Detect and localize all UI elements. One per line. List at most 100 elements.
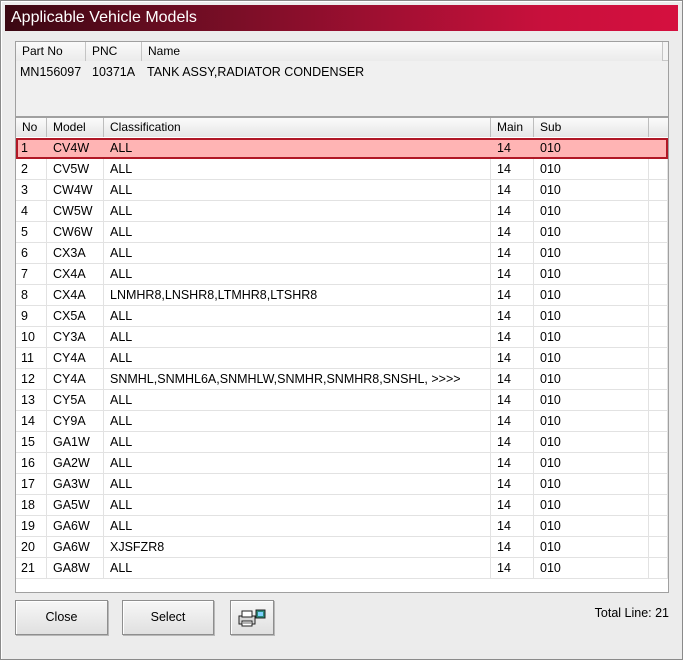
row-classification-cell: LNMHR8,LNSHR8,LTMHR8,LTSHR8	[104, 285, 491, 305]
row-sub-cell: 010	[534, 222, 649, 242]
table-row[interactable]: 18 GA5W ALL 14 010	[16, 495, 668, 516]
row-filler-cell	[649, 369, 668, 389]
table-row[interactable]: 21 GA8W ALL 14 010	[16, 558, 668, 579]
row-classification-cell: ALL	[110, 141, 133, 155]
row-sub-cell: 010	[534, 453, 649, 473]
table-row[interactable]: 3 CW4W ALL 14 010	[16, 180, 668, 201]
table-row[interactable]: 15 GA1W ALL 14 010	[16, 432, 668, 453]
part-no-value: MN156097	[20, 65, 82, 79]
row-main-cell: 14	[491, 201, 534, 221]
row-filler-cell	[649, 159, 668, 179]
table-row[interactable]: 7 CX4A ALL 14 010	[16, 264, 668, 285]
table-row[interactable]: 2 CV5W ALL 14 010	[16, 159, 668, 180]
row-no-cell: 2	[16, 159, 47, 179]
row-classification-cell: XJSFZR8	[104, 537, 491, 557]
row-sub-cell: 010	[534, 390, 649, 410]
row-classification-cell: SNMHL,SNMHL6A,SNMHLW,SNMHR,SNMHR8,SNSHL,…	[104, 369, 491, 389]
row-no-cell: 14	[16, 411, 47, 431]
row-main-cell: 14	[491, 516, 534, 536]
row-classification-cell: ALL	[104, 432, 491, 452]
table-row[interactable]: 16 GA2W ALL 14 010	[16, 453, 668, 474]
table-row[interactable]: 5 CW6W ALL 14 010	[16, 222, 668, 243]
row-model-cell: GA6W	[47, 537, 104, 557]
row-filler-cell	[649, 453, 668, 473]
row-filler-cell	[649, 138, 668, 158]
row-classification-cell: ALL	[104, 264, 491, 284]
part-no-column-header[interactable]: Part No	[16, 42, 86, 61]
main-column-header[interactable]: Main	[491, 118, 534, 137]
table-row[interactable]: 17 GA3W ALL 14 010	[16, 474, 668, 495]
no-column-header[interactable]: No	[16, 118, 47, 137]
select-button[interactable]: Select	[122, 600, 214, 635]
table-row[interactable]: 4 CW5W ALL 14 010	[16, 201, 668, 222]
row-model-cell: CY4A	[47, 348, 104, 368]
row-main-cell: 14	[491, 285, 534, 305]
table-row[interactable]: 14 CY9A ALL 14 010	[16, 411, 668, 432]
row-no-cell: 20	[16, 537, 47, 557]
row-no-cell: 5	[16, 222, 47, 242]
row-model-cell: GA1W	[47, 432, 104, 452]
table-row[interactable]: 19 GA6W ALL 14 010	[16, 516, 668, 537]
row-classification-cell: ALL	[104, 180, 491, 200]
model-column-header[interactable]: Model	[47, 118, 104, 137]
row-sub-cell: 010	[534, 264, 649, 284]
row-model-cell: CY3A	[47, 327, 104, 347]
row-model-cell: CY4A	[47, 369, 104, 389]
row-no-cell: 3	[16, 180, 47, 200]
row-main-cell: 14	[491, 348, 534, 368]
classification-column-header[interactable]: Classification	[104, 118, 491, 137]
row-sub-cell: 010	[534, 558, 649, 578]
row-no-cell: 6	[16, 243, 47, 263]
table-row[interactable]: 8 CX4A LNMHR8,LNSHR8,LTMHR8,LTSHR8 14 010	[16, 285, 668, 306]
table-row[interactable]: 10 CY3A ALL 14 010	[16, 327, 668, 348]
window-title: Applicable Vehicle Models	[5, 5, 678, 31]
row-main-cell: 14	[491, 369, 534, 389]
part-info-header: Part No PNC Name	[16, 42, 668, 61]
table-row[interactable]: 9 CX5A ALL 14 010	[16, 306, 668, 327]
row-main-cell: 14	[491, 327, 534, 347]
sub-column-header[interactable]: Sub	[534, 118, 649, 137]
print-button[interactable]	[230, 600, 274, 635]
pnc-column-header[interactable]: PNC	[86, 42, 142, 61]
row-model-cell: CX4A	[47, 264, 104, 284]
row-sub-cell: 010	[534, 432, 649, 452]
row-main-cell: 14	[491, 432, 534, 452]
table-row[interactable]: 13 CY5A ALL 14 010	[16, 390, 668, 411]
model-list[interactable]: No Model Classification Main Sub 1 CV4W AL…	[15, 117, 669, 593]
printer-icon	[238, 609, 266, 627]
row-no-cell: 7	[16, 264, 47, 284]
row-model-cell: GA2W	[47, 453, 104, 473]
table-row[interactable]: 11 CY4A ALL 14 010	[16, 348, 668, 369]
applicable-models-window: Applicable Vehicle Models Part No PNC Na…	[0, 0, 683, 660]
row-classification-cell: ALL	[104, 306, 491, 326]
row-filler-cell	[649, 222, 668, 242]
row-sub-cell: 010	[534, 159, 649, 179]
table-row[interactable]: 1 CV4W ALL 14 010	[16, 138, 668, 159]
row-no-cell: 17	[16, 474, 47, 494]
row-main-cell: 14	[491, 537, 534, 557]
row-classification-cell: ALL	[104, 201, 491, 221]
row-classification-cell: ALL	[104, 327, 491, 347]
row-classification-cell: ALL	[104, 390, 491, 410]
row-filler-cell	[649, 558, 668, 578]
row-filler-cell	[649, 495, 668, 515]
row-model-cell: GA3W	[47, 474, 104, 494]
row-classification-cell: ALL	[104, 516, 491, 536]
row-no-cell: 10	[16, 327, 47, 347]
row-main-cell: 14	[491, 306, 534, 326]
row-sub-cell: 010	[534, 411, 649, 431]
row-model-cell: CX5A	[47, 306, 104, 326]
close-button[interactable]: Close	[15, 600, 108, 635]
row-filler-cell	[649, 285, 668, 305]
table-row[interactable]: 20 GA6W XJSFZR8 14 010	[16, 537, 668, 558]
row-sub-cell: 010	[534, 369, 649, 389]
table-row[interactable]: 6 CX3A ALL 14 010	[16, 243, 668, 264]
part-info-panel: Part No PNC Name MN156097 10371A TANK AS…	[15, 41, 669, 117]
table-row[interactable]: 12 CY4A SNMHL,SNMHL6A,SNMHLW,SNMHR,SNMHR8,…	[16, 369, 668, 390]
row-filler-cell	[649, 180, 668, 200]
name-column-header[interactable]: Name	[142, 42, 663, 61]
row-classification-cell: ALL	[104, 243, 491, 263]
row-main-cell: 14	[491, 180, 534, 200]
row-filler-cell	[649, 390, 668, 410]
part-info-row[interactable]: MN156097 10371A TANK ASSY,RADIATOR CONDE…	[16, 63, 668, 81]
